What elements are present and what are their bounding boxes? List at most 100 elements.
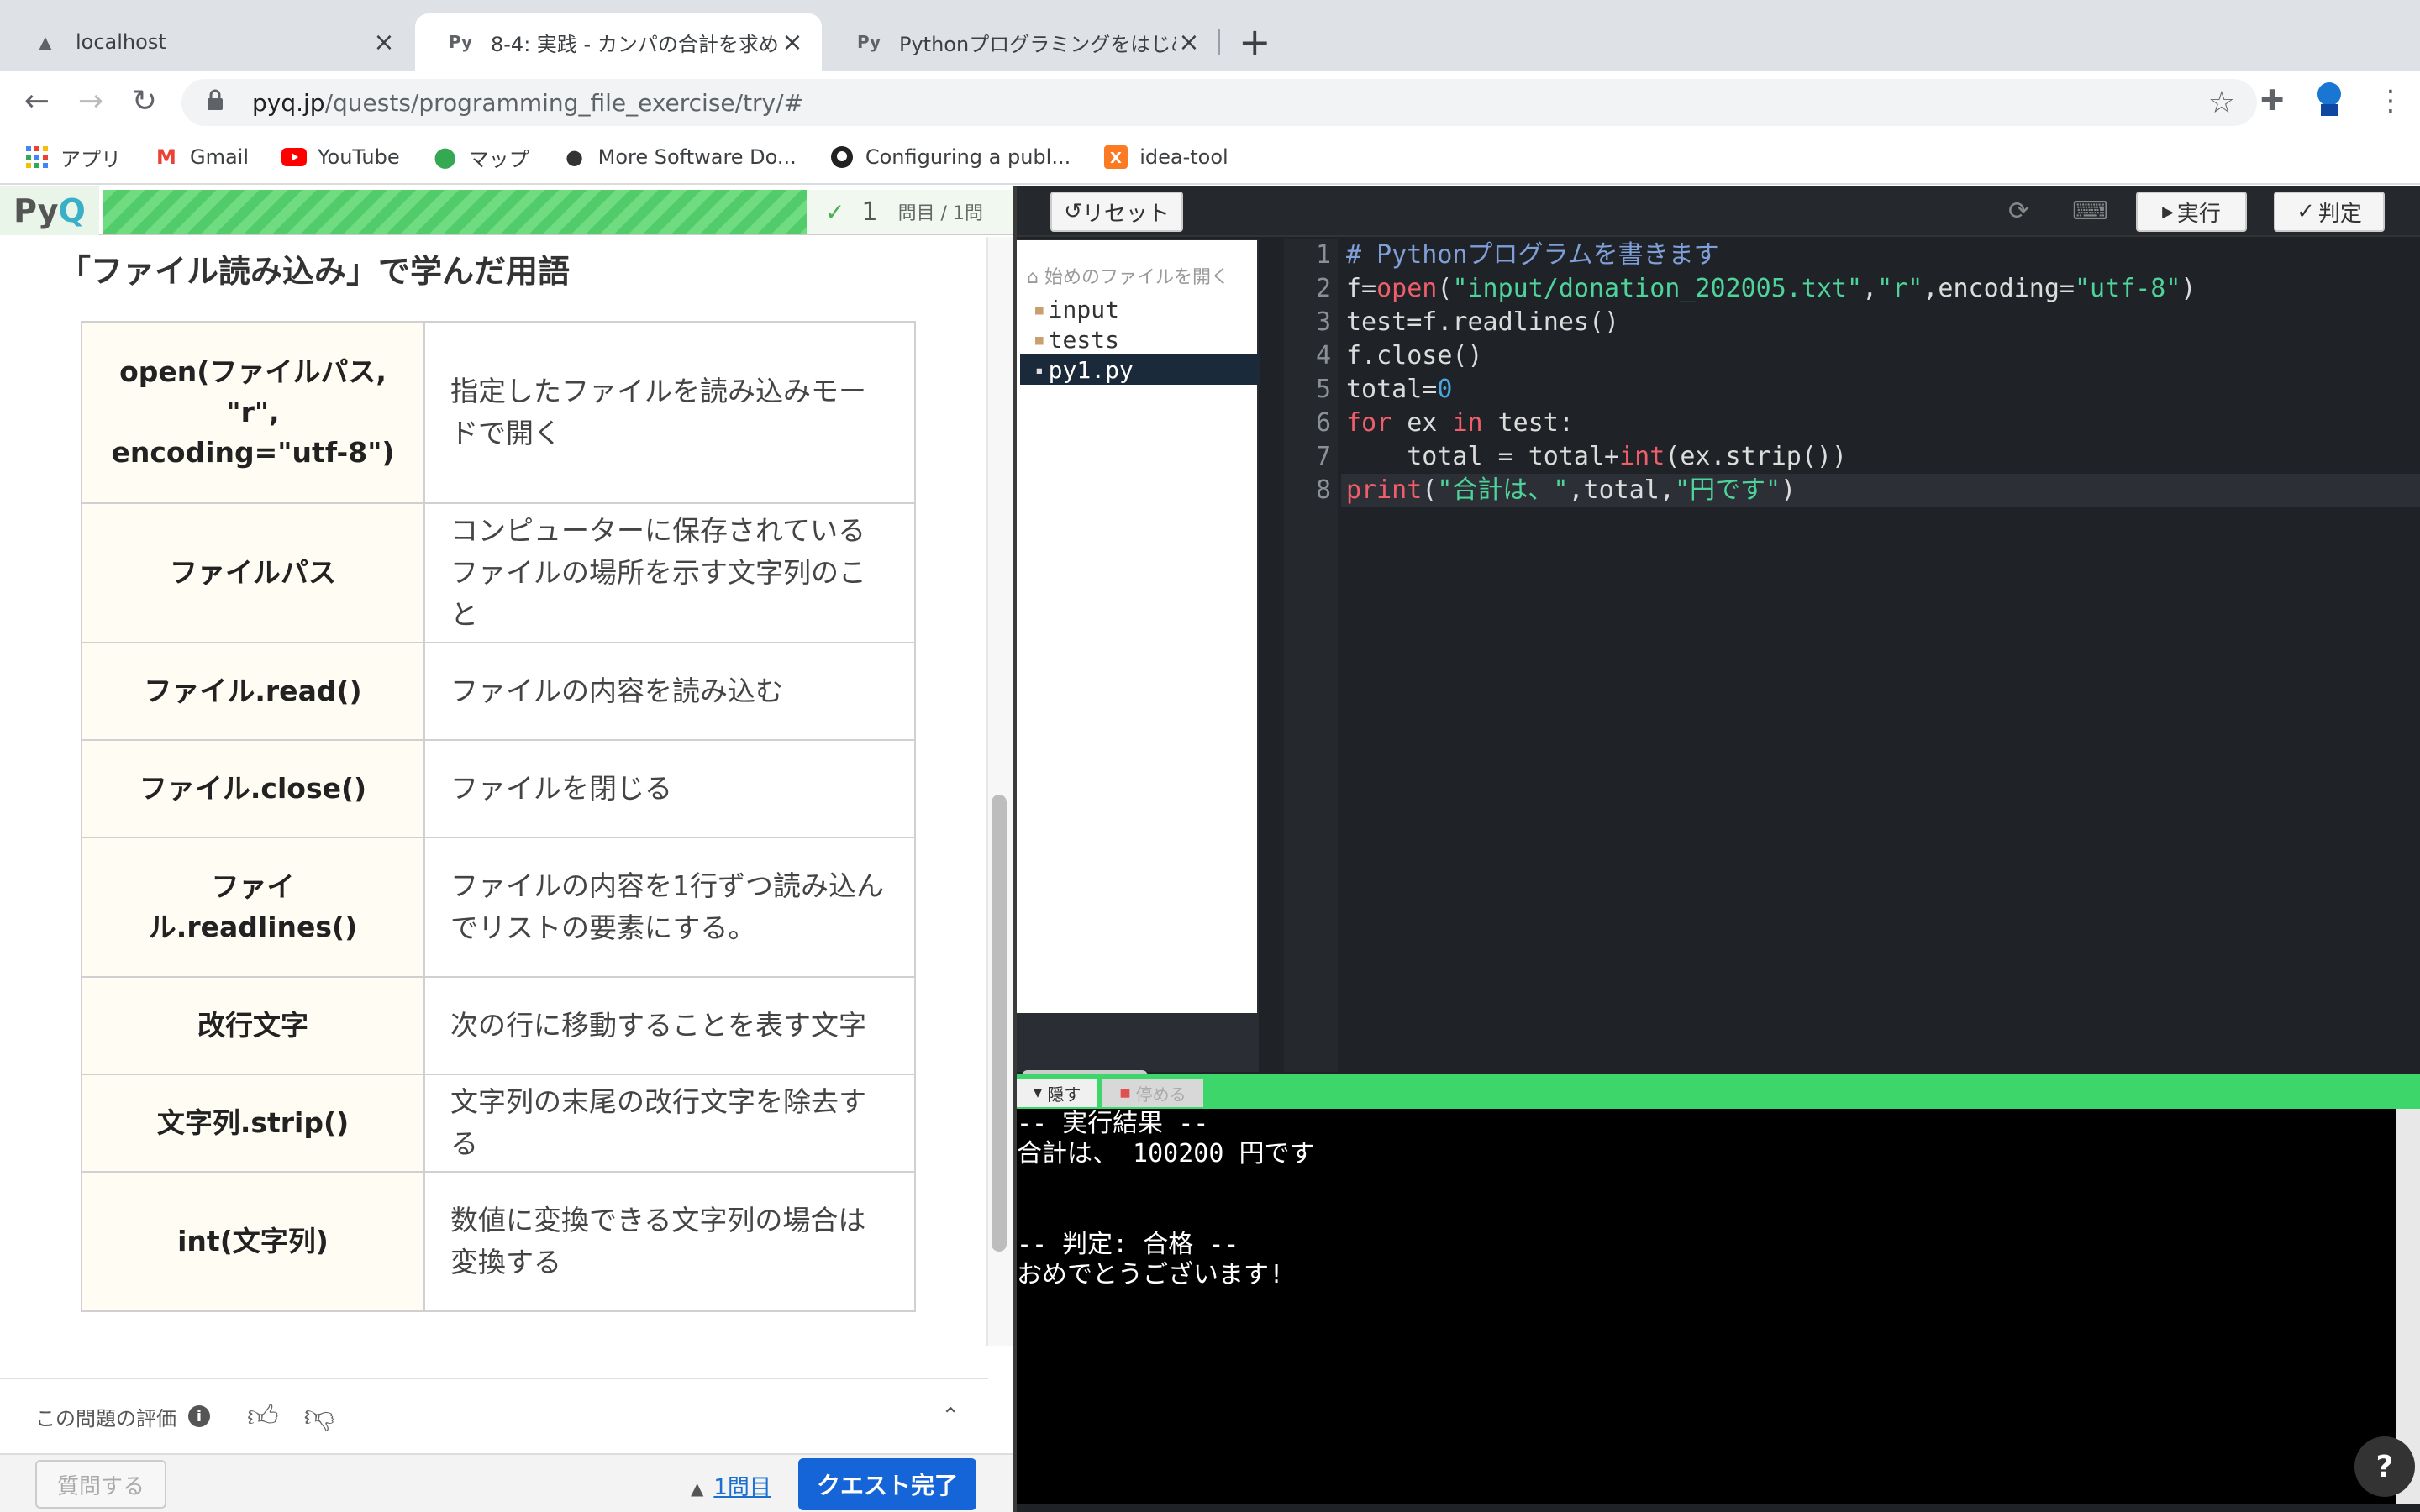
reload-button[interactable]: ↻ xyxy=(123,79,166,123)
judge-label: 判定 xyxy=(2317,201,2362,227)
file-tree-list: ⌂ 始めのファイルを開く ■ input ■ tests ▪ py1.py xyxy=(1017,240,1260,1013)
thumbs-up-icon[interactable]: 👍︎ xyxy=(247,1398,279,1435)
home-icon: ⌂ xyxy=(1027,267,1039,288)
tab-localhost[interactable]: ▲ localhost × xyxy=(0,13,413,71)
url-host: pyq.jp xyxy=(252,88,325,117)
code-line[interactable]: total = total+int(ex.strip()) xyxy=(1341,440,2420,474)
logo-text-py: Py xyxy=(13,192,59,229)
close-icon[interactable]: × xyxy=(1176,28,1202,57)
run-button[interactable]: ▶ 実行 xyxy=(2136,192,2247,232)
line-number: 6 xyxy=(1315,408,1331,438)
xampp-icon: X xyxy=(1102,144,1129,171)
thumbs-down-icon[interactable]: 👎︎ xyxy=(304,1398,335,1435)
table-row: 改行文字 次の行に移動することを表す文字 xyxy=(81,976,916,1075)
output-line: 合計は、 100200 円です xyxy=(1017,1139,1315,1168)
file-tree-header[interactable]: ⌂ 始めのファイルを開く xyxy=(1027,262,1229,289)
output-console: -- 実行結果 -- 合計は、 100200 円です -- 判定: 合格 -- … xyxy=(1013,1109,2396,1504)
question-nav-link[interactable]: ▲ 1問目 xyxy=(691,1470,771,1501)
question-total: 問目 / 1問 xyxy=(897,203,983,224)
help-button[interactable]: ? xyxy=(2354,1436,2415,1497)
quest-complete-button[interactable]: クエスト完了 xyxy=(798,1458,976,1510)
new-tab-button[interactable]: + xyxy=(1239,18,1271,66)
code-line[interactable]: f=open("input/donation_202005.txt","r",e… xyxy=(1341,272,2420,306)
close-icon[interactable]: × xyxy=(371,28,397,57)
tab-quest[interactable]: Py 8-4: 実践 - カンパの合計を求め × xyxy=(415,13,822,71)
bookmark-gmail[interactable]: M Gmail xyxy=(153,144,249,171)
table-row: ファイル.read() ファイルの内容を読み込む xyxy=(81,642,916,741)
logo-text-q: Q xyxy=(58,192,86,229)
desc-cell: コンピューターに保存されているファイルの場所を示す文字列のこと xyxy=(424,502,916,643)
code-line[interactable]: total=0 xyxy=(1341,373,2420,407)
file-tree: ⌂ 始めのファイルを開く ■ input ■ tests ▪ py1.py xyxy=(1013,239,1260,1082)
bookmark-youtube[interactable]: YouTube xyxy=(281,144,400,171)
output-toolbar: ▼ 隠す ■ 停める xyxy=(1013,1074,2420,1109)
term-cell: ファイル.read() xyxy=(81,642,425,741)
line-number: 2 xyxy=(1315,274,1331,303)
stop-label: 停める xyxy=(1135,1084,1186,1105)
folder-tests[interactable]: ■ tests xyxy=(1035,326,1119,354)
rating-label: この問題の評価 xyxy=(35,1406,176,1431)
caret-up-icon: ▲ xyxy=(691,1478,704,1499)
code-line[interactable]: for ex in test: xyxy=(1341,407,2420,440)
folder-icon: ■ xyxy=(1035,332,1044,348)
line-numbers: 1 2 3 4 5 6 7 8 xyxy=(1284,239,1338,1072)
bookmark-label: YouTube xyxy=(318,145,400,169)
info-icon[interactable]: i xyxy=(188,1405,210,1427)
reset-icon: ↺ xyxy=(1064,199,1082,224)
term-cell: open(ファイルパス, "r", encoding="utf-8") xyxy=(81,321,425,504)
bookmark-idea-tool[interactable]: X idea-tool xyxy=(1102,144,1228,171)
code-line[interactable]: test=f.readlines() xyxy=(1341,306,2420,339)
forward-button[interactable]: → xyxy=(69,79,113,123)
extensions-icon[interactable]: ✚ xyxy=(2260,84,2285,118)
editor-panel: ↺ リセット ⟳ ⌨ ▶ 実行 ✓ 判定 ⌂ 始めのファイルを開く ■ input ■ t… xyxy=(1013,186,2420,1512)
keyboard-icon[interactable]: ⌨ xyxy=(2072,197,2108,226)
code-editor[interactable]: # Pythonプログラムを書きます f=open("input/donatio… xyxy=(1341,239,2420,1072)
check-icon: ✓ xyxy=(825,197,845,226)
bookmark-star-icon[interactable]: ☆ xyxy=(2208,86,2235,120)
hide-output-button[interactable]: ▼ 隠す xyxy=(1017,1079,1097,1107)
line-number: 7 xyxy=(1315,442,1331,471)
line-number: 3 xyxy=(1315,307,1331,337)
bookmark-more-software[interactable]: ● More Software Do... xyxy=(561,144,797,171)
pyq-logo[interactable]: Py Q xyxy=(0,186,99,235)
code-line[interactable]: print("合計は、",total,"円です") xyxy=(1341,474,2420,507)
bookmark-apps[interactable]: アプリ xyxy=(24,143,121,172)
editor-toolbar: ↺ リセット ⟳ ⌨ ▶ 実行 ✓ 判定 xyxy=(1013,186,2420,237)
refresh-icon[interactable]: ⟳ xyxy=(2008,197,2029,226)
folder-input[interactable]: ■ input xyxy=(1035,296,1119,323)
apple-icon: ● xyxy=(566,145,584,169)
back-button[interactable]: ← xyxy=(15,79,59,123)
svg-text:X: X xyxy=(1110,150,1122,167)
desc-cell: 次の行に移動することを表す文字 xyxy=(424,976,916,1075)
code-line[interactable]: # Pythonプログラムを書きます xyxy=(1341,239,2420,272)
table-row: ファイルパス コンピューターに保存されているファイルの場所を示す文字列のこと xyxy=(81,502,916,643)
output-line: -- 実行結果 -- xyxy=(1017,1109,1209,1138)
lesson-scrollbar-thumb[interactable] xyxy=(992,795,1007,1252)
panel-divider[interactable] xyxy=(1013,186,1017,1512)
reset-button[interactable]: ↺ リセット xyxy=(1050,192,1183,232)
code-line[interactable]: f.close() xyxy=(1341,339,2420,373)
tab-python-intro[interactable]: Py Pythonプログラミングをはじめよ × xyxy=(823,13,1218,71)
url-path: /quests/programming_file_exercise/try/# xyxy=(324,88,804,117)
file-icon: ▪ xyxy=(1035,361,1044,378)
desc-cell: 数値に変換できる文字列の場合は変換する xyxy=(424,1171,916,1312)
address-bar[interactable]: pyq.jp /quests/programming_file_exercise… xyxy=(182,79,2257,126)
chevron-up-icon[interactable]: ⌃ xyxy=(941,1404,960,1429)
stop-button[interactable]: ■ 停める xyxy=(1102,1079,1203,1107)
judge-button[interactable]: ✓ 判定 xyxy=(2274,192,2385,232)
menu-icon[interactable]: ⋮ xyxy=(2376,84,2405,118)
bookmark-label: More Software Do... xyxy=(597,145,797,169)
close-icon[interactable]: × xyxy=(780,28,805,57)
desc-cell: ファイルを閉じる xyxy=(424,739,916,838)
file-py1[interactable]: ▪ py1.py xyxy=(1020,354,1260,385)
bookmark-maps[interactable]: ⬤ マップ xyxy=(432,143,529,172)
bookmark-configuring[interactable]: Configuring a publ... xyxy=(829,144,1071,171)
ask-question-button[interactable]: 質問する xyxy=(35,1460,166,1509)
file-name: tests xyxy=(1048,326,1119,354)
profile-avatar[interactable] xyxy=(2312,81,2346,125)
bookmark-label: Configuring a publ... xyxy=(865,145,1071,169)
table-row: int(文字列) 数値に変換できる文字列の場合は変換する xyxy=(81,1171,916,1312)
table-row: ファイル.close() ファイルを閉じる xyxy=(81,739,916,838)
file-name: py1.py xyxy=(1048,355,1134,384)
